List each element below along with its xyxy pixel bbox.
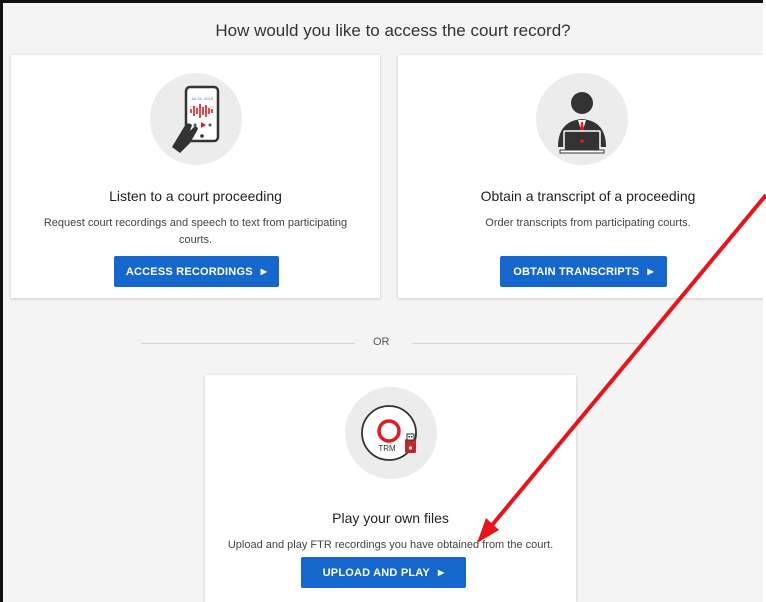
card-description: Upload and play FTR recordings you have … <box>227 539 554 551</box>
button-label: UPLOAD AND PLAY <box>322 566 430 579</box>
caret-right-icon: ▶ <box>437 568 445 577</box>
person-laptop-icon <box>536 73 628 165</box>
divider-left <box>141 343 355 344</box>
trm-disc-usb-icon: TRM <box>345 387 437 479</box>
card-title: Obtain a transcript of a proceeding <box>480 188 696 204</box>
button-label: ACCESS RECORDINGS <box>125 265 253 278</box>
card-title: Listen to a court proceeding <box>109 188 282 204</box>
upload-and-play-button[interactable]: UPLOAD AND PLAY ▶ <box>301 557 466 588</box>
caret-right-icon: ▶ <box>647 267 654 276</box>
card-description: Order transcripts from participating cou… <box>485 217 691 229</box>
tablet-audio-icon: Jul 24, 2018 <box>150 73 242 165</box>
obtain-transcripts-button[interactable]: OBTAIN TRANSCRIPTS ▶ <box>500 256 667 287</box>
card-play-files: TRM Play your own files Upload and play … <box>205 375 576 602</box>
card-transcript: Obtain a transcript of a proceeding Orde… <box>398 55 763 298</box>
card-description: Request court recordings and speech to t… <box>43 217 348 246</box>
card-listen: Jul 24, 2018 Listen to a court proceedin… <box>11 55 380 298</box>
or-divider: OR <box>373 336 390 348</box>
svg-text:Jul 24, 2018: Jul 24, 2018 <box>191 96 214 101</box>
svg-text:TRM: TRM <box>378 444 396 453</box>
access-recordings-button[interactable]: ACCESS RECORDINGS ▶ <box>114 256 279 287</box>
button-label: OBTAIN TRANSCRIPTS <box>513 265 640 278</box>
page-title: How would you like to access the court r… <box>215 21 571 40</box>
main-panel: How would you like to access the court r… <box>0 0 763 602</box>
card-title: Play your own files <box>332 510 449 526</box>
caret-right-icon: ▶ <box>260 267 268 276</box>
divider-right <box>412 343 640 344</box>
